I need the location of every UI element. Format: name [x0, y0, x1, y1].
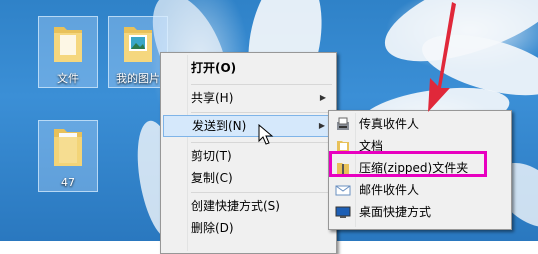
menu-item-open[interactable]: 打开(O) [163, 57, 334, 79]
desktop-folder-pictures[interactable]: 我的图片 [108, 16, 168, 88]
menu-item-mail-recipient[interactable]: 邮件收件人 [331, 179, 509, 201]
mouse-cursor-icon [258, 124, 274, 145]
pictures-folder-icon [124, 27, 152, 62]
menu-item-create-shortcut[interactable]: 创建快捷方式(S) [163, 195, 334, 217]
menu-item-cut[interactable]: 剪切(T) [163, 145, 334, 167]
context-menu: 打开(O) 共享(H) ▶ 发送到(N) ▶ 剪切(T) 复制(C) 创建快捷方… [160, 52, 337, 254]
menu-item-copy[interactable]: 复制(C) [163, 167, 334, 189]
submenu-arrow-icon: ▶ [319, 93, 326, 102]
desktop-folder-label: 我的图片 [116, 72, 160, 85]
menu-item-send-to[interactable]: 发送到(N) ▶ [163, 115, 334, 137]
menu-item-desktop-shortcut[interactable]: 桌面快捷方式 [331, 201, 509, 223]
menu-item-delete[interactable]: 删除(D) [163, 217, 334, 239]
fax-icon [337, 117, 349, 130]
mail-icon [335, 185, 351, 196]
desktop-folder-label: 47 [61, 176, 75, 189]
submenu-arrow-icon: ▶ [318, 121, 325, 130]
desktop-folder-files[interactable]: 文件 [38, 16, 98, 88]
menu-item-share[interactable]: 共享(H) ▶ [163, 87, 334, 109]
highlight-box [329, 151, 487, 177]
folder-icon [54, 27, 82, 62]
annotation-arrow-icon [428, 2, 456, 112]
folder-icon [54, 129, 82, 166]
desktop-folder-47[interactable]: 47 [38, 120, 98, 192]
desktop-folder-label: 文件 [57, 72, 79, 85]
desktop-icon [335, 206, 351, 218]
